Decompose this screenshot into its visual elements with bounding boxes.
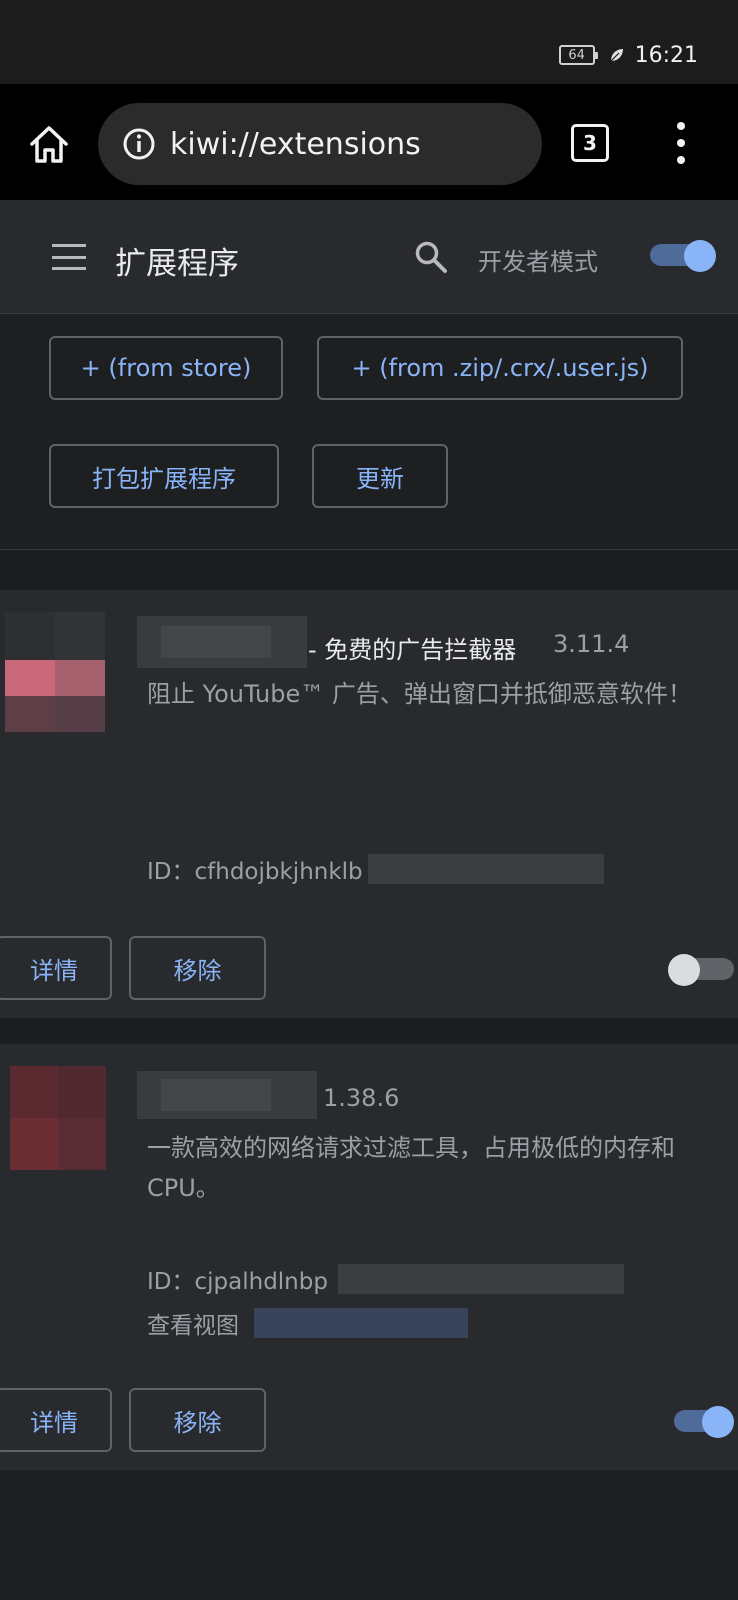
remove-button[interactable]: 移除 bbox=[129, 1388, 266, 1452]
home-icon[interactable] bbox=[28, 124, 70, 164]
developer-mode-label: 开发者模式 bbox=[478, 248, 598, 276]
extension-enable-toggle[interactable] bbox=[674, 1406, 734, 1438]
battery-level: 64 bbox=[568, 47, 585, 63]
browser-toolbar: kiwi://extensions 3 bbox=[0, 84, 738, 200]
extension-icon bbox=[10, 1066, 106, 1170]
remove-button[interactable]: 移除 bbox=[129, 936, 266, 1000]
status-bar: 64 16:21 bbox=[0, 0, 738, 84]
extension-name-redacted bbox=[137, 1071, 317, 1119]
extension-name-redacted bbox=[137, 616, 307, 668]
developer-mode-toggle[interactable] bbox=[650, 240, 716, 272]
extension-description: 阻止 YouTube™ 广告、弹出窗口并抵御恶意软件！ bbox=[147, 680, 692, 708]
details-button[interactable]: 详情 bbox=[0, 936, 112, 1000]
page-title: 扩展程序 bbox=[115, 246, 239, 282]
url-bar[interactable]: kiwi://extensions bbox=[98, 103, 542, 185]
extension-version: 1.38.6 bbox=[323, 1084, 400, 1112]
leaf-icon bbox=[610, 49, 623, 62]
details-button[interactable]: 详情 bbox=[0, 1388, 112, 1452]
extension-name: - 免费的广告拦截器 bbox=[308, 636, 517, 664]
id-value: cjpalhdlnbp bbox=[194, 1269, 328, 1295]
info-icon[interactable] bbox=[122, 127, 156, 161]
hamburger-menu-icon[interactable] bbox=[52, 244, 86, 270]
id-redacted bbox=[338, 1264, 624, 1294]
extension-card: - 免费的广告拦截器 3.11.4 阻止 YouTube™ 广告、弹出窗口并抵御… bbox=[0, 590, 738, 1018]
tab-switcher-button[interactable]: 3 bbox=[571, 124, 609, 162]
pack-extension-button[interactable]: 打包扩展程序 bbox=[49, 444, 279, 508]
extension-id: ID：cjpalhdlnbp bbox=[147, 1262, 328, 1296]
id-label: ID： bbox=[147, 859, 195, 885]
clock: 16:21 bbox=[634, 42, 698, 68]
url-text[interactable]: kiwi://extensions bbox=[170, 127, 421, 162]
update-button[interactable]: 更新 bbox=[312, 444, 448, 508]
id-label: ID： bbox=[147, 1269, 195, 1295]
inspect-view-link-redacted[interactable] bbox=[254, 1308, 468, 1338]
extension-description: 一款高效的网络请求过滤工具，占用极低的内存和CPU。 bbox=[147, 1134, 675, 1202]
status-indicators: 64 16:21 bbox=[558, 40, 698, 70]
id-value: cfhdojbkjhnklb bbox=[194, 859, 363, 885]
extension-version: 3.11.4 bbox=[553, 630, 630, 658]
page-background bbox=[0, 1470, 738, 1600]
battery-icon: 64 bbox=[558, 45, 598, 65]
id-redacted bbox=[368, 854, 604, 884]
load-from-file-button[interactable]: + (from .zip/.crx/.user.js) bbox=[317, 336, 683, 400]
inspect-views-label: 查看视图 bbox=[147, 1313, 239, 1339]
overflow-menu-icon[interactable] bbox=[668, 122, 694, 164]
load-from-store-button[interactable]: + (from store) bbox=[49, 336, 283, 400]
extensions-header: 扩展程序 开发者模式 bbox=[0, 200, 738, 314]
extension-id: ID：cfhdojbkjhnklb bbox=[147, 852, 363, 886]
actions-area: + (from store) + (from .zip/.crx/.user.j… bbox=[0, 314, 738, 550]
extension-card: 1.38.6 一款高效的网络请求过滤工具，占用极低的内存和CPU。 ID：cjp… bbox=[0, 1044, 738, 1470]
tab-count: 3 bbox=[583, 131, 597, 155]
extension-enable-toggle[interactable] bbox=[668, 954, 734, 986]
search-icon[interactable] bbox=[414, 240, 448, 274]
